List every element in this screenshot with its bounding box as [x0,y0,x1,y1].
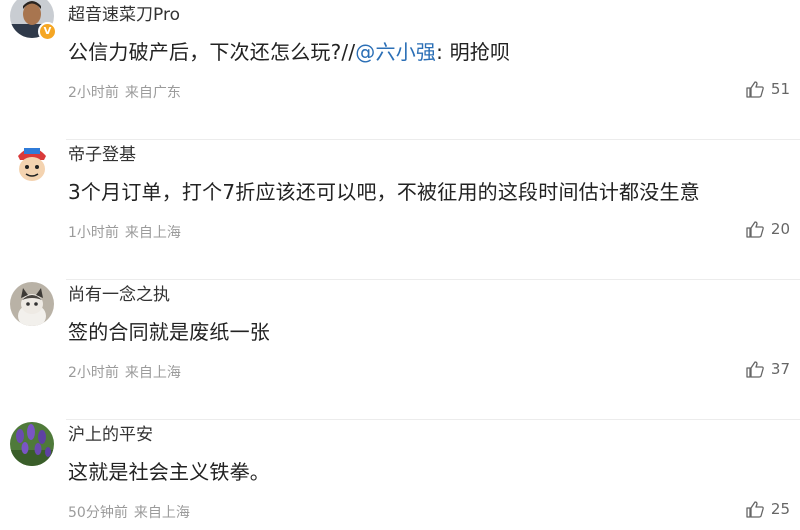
like-button[interactable]: 25 [746,500,790,518]
comment-meta: 2小时前 来自上海 [68,362,181,382]
like-button[interactable]: 20 [746,220,790,238]
comment-location: 来自广东 [124,85,181,101]
thumbs-up-icon [746,360,764,378]
cat-avatar-icon [10,282,54,326]
like-button[interactable]: 51 [746,80,790,98]
verified-badge-icon: V [38,22,57,41]
comment-item: 帝子登基 3个月订单，打个7折应该还可以吧，不被征用的这段时间估计都没生意 1小… [0,140,800,280]
like-count: 37 [770,360,790,378]
comment-time: 1小时前 [68,225,119,241]
username[interactable]: 尚有一念之执 [68,280,170,305]
comment-time: 2小时前 [68,365,119,381]
comment-location: 来自上海 [133,505,190,521]
comment-meta: 1小时前 来自上海 [68,222,181,242]
user-avatar[interactable] [10,282,54,326]
comment-text: 公信力破产后，下次还怎么玩?//@六小强: 明抢呗 [68,36,510,65]
comment-text-main: 公信力破产后，下次还怎么玩?// [68,40,356,64]
like-count: 20 [770,220,790,238]
comment-text: 3个月订单，打个7折应该还可以吧，不被征用的这段时间估计都没生意 [68,180,700,204]
comment-meta: 50分钟前 来自上海 [68,502,190,522]
comment-meta: 2小时前 来自广东 [68,82,181,102]
comment-location: 来自上海 [124,365,181,381]
thumbs-up-icon [746,80,764,98]
username[interactable]: 帝子登基 [68,140,136,165]
like-button[interactable]: 37 [746,360,790,378]
comment-text-suffix: : 明抢呗 [436,40,511,64]
comment-text: 签的合同就是废纸一张 [68,320,270,344]
username[interactable]: 超音速菜刀Pro [68,0,180,25]
like-count: 25 [770,500,790,518]
user-avatar[interactable] [10,422,54,466]
flowers-avatar-icon [10,422,54,466]
comment-item: 尚有一念之执 签的合同就是废纸一张 2小时前 来自上海 37 [0,280,800,420]
user-avatar[interactable] [10,142,54,186]
cartoon-avatar-icon [10,142,54,186]
thumbs-up-icon [746,500,764,518]
thumbs-up-icon [746,220,764,238]
comment-location: 来自上海 [124,225,181,241]
mention-link[interactable]: @六小强 [355,40,436,64]
like-count: 51 [770,80,790,98]
username[interactable]: 沪上的平安 [68,420,153,445]
comment-time: 50分钟前 [68,505,128,521]
comment-time: 2小时前 [68,85,119,101]
comment-item: V 超音速菜刀Pro 公信力破产后，下次还怎么玩?//@六小强: 明抢呗 2小时… [0,0,800,140]
comment-item: 沪上的平安 这就是社会主义铁拳。 50分钟前 来自上海 25 [0,420,800,530]
comment-text: 这就是社会主义铁拳。 [68,460,270,484]
